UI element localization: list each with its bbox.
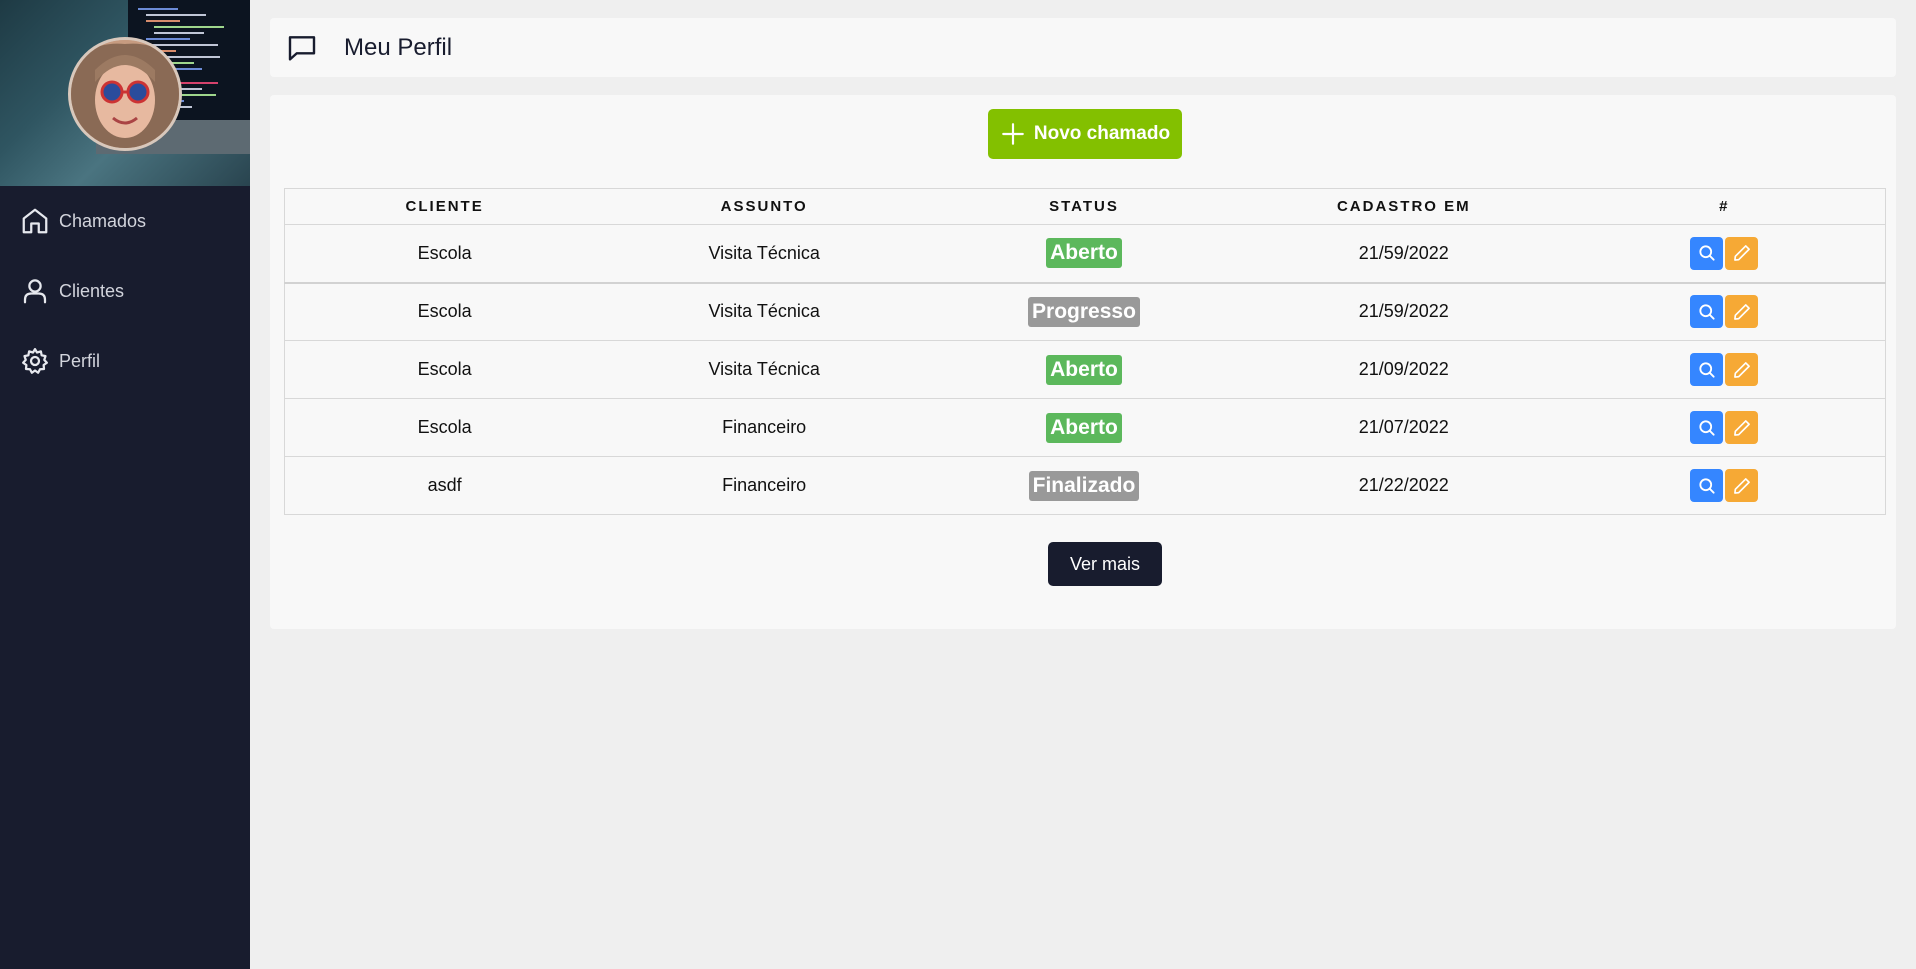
pencil-icon <box>1733 303 1750 320</box>
edit-button[interactable] <box>1725 353 1759 386</box>
edit-button[interactable] <box>1725 469 1759 502</box>
sidebar-item-perfil[interactable]: Perfil <box>0 337 250 385</box>
cell-cliente: Escola <box>284 282 605 341</box>
column-header-status[interactable]: STATUS <box>924 188 1244 225</box>
cell-status: Finalizado <box>924 456 1244 515</box>
status-badge: Aberto <box>1046 354 1122 385</box>
sidebar-item-chamados[interactable]: Chamados <box>0 197 250 245</box>
cell-actions <box>1563 282 1886 341</box>
search-icon <box>1699 361 1715 378</box>
view-button[interactable] <box>1690 353 1724 386</box>
plus-icon <box>1002 123 1024 145</box>
cell-assunto: Visita Técnica <box>604 224 925 284</box>
edit-button[interactable] <box>1725 411 1759 444</box>
cell-status: Aberto <box>924 340 1244 399</box>
cell-assunto: Financeiro <box>604 398 925 457</box>
cell-cadastro: 21/22/2022 <box>1243 456 1564 515</box>
pencil-icon <box>1733 361 1750 378</box>
search-icon <box>1699 245 1715 261</box>
table-row: Escola Visita Técnica Aberto 21/09/2022 <box>284 340 1886 399</box>
new-ticket-label: Novo chamado <box>1033 123 1171 144</box>
column-header-assunto[interactable]: ASSUNTO <box>604 188 925 225</box>
table-row: Escola Visita Técnica Progresso 21/59/20… <box>284 282 1886 341</box>
cell-cliente: asdf <box>284 456 605 515</box>
view-button[interactable] <box>1690 469 1724 502</box>
sidebar-item-clientes[interactable]: Clientes <box>0 267 250 315</box>
user-icon <box>23 279 47 304</box>
pencil-icon <box>1733 245 1750 262</box>
cell-status: Aberto <box>924 224 1244 284</box>
page-title: Meu Perfil <box>344 33 453 61</box>
edit-button[interactable] <box>1725 295 1759 329</box>
cell-status: Progresso <box>924 282 1244 341</box>
cell-cadastro: 21/09/2022 <box>1243 340 1564 399</box>
status-badge: Aberto <box>1046 238 1122 269</box>
search-icon <box>1699 419 1715 436</box>
cell-actions <box>1563 456 1886 515</box>
cell-cliente: Escola <box>284 398 605 457</box>
cell-cadastro: 21/59/2022 <box>1243 282 1564 341</box>
sidebar-item-label: Clientes <box>59 280 125 301</box>
tickets-panel: Novo chamado CLIENTE ASSUNTO STATUS CADA… <box>270 95 1896 629</box>
edit-button[interactable] <box>1725 236 1759 270</box>
cell-assunto: Financeiro <box>604 456 925 515</box>
cell-assunto: Visita Técnica <box>604 282 925 341</box>
status-badge: Progresso <box>1028 296 1140 327</box>
pencil-icon <box>1733 477 1750 494</box>
view-button[interactable] <box>1690 236 1724 270</box>
cell-actions <box>1563 398 1886 457</box>
tickets-table: CLIENTE ASSUNTO STATUS CADASTRO EM # Esc… <box>284 188 1886 515</box>
load-more-button[interactable]: Ver mais <box>1048 542 1162 586</box>
cell-cadastro: 21/59/2022 <box>1243 224 1564 284</box>
page-header: Meu Perfil <box>270 18 1896 77</box>
sidebar-banner <box>0 0 250 186</box>
cell-cliente: Escola <box>284 340 605 399</box>
table-row: Escola Visita Técnica Aberto 21/59/2022 <box>284 224 1886 284</box>
view-button[interactable] <box>1690 295 1724 329</box>
message-square-icon <box>288 35 316 61</box>
column-header-cliente[interactable]: CLIENTE <box>284 188 605 225</box>
table-header-row: CLIENTE ASSUNTO STATUS CADASTRO EM # <box>284 188 1886 225</box>
search-icon <box>1699 304 1715 320</box>
gear-icon <box>22 348 48 374</box>
pencil-icon <box>1733 419 1750 436</box>
status-badge: Aberto <box>1046 412 1122 443</box>
column-header-cadastro[interactable]: CADASTRO EM <box>1243 188 1564 225</box>
table-row: asdf Financeiro Finalizado 21/22/2022 <box>284 456 1886 515</box>
view-button[interactable] <box>1690 411 1724 444</box>
sidebar: Chamados Clientes Perfil <box>0 0 250 969</box>
cell-cliente: Escola <box>284 224 605 284</box>
main-content: Meu Perfil Novo chamado CLIENTE ASSUNTO … <box>250 0 1916 969</box>
cell-actions <box>1563 340 1886 399</box>
status-badge: Finalizado <box>1028 470 1140 501</box>
new-ticket-button[interactable]: Novo chamado <box>988 109 1182 159</box>
sidebar-item-label: Perfil <box>59 350 101 371</box>
home-icon <box>22 208 48 234</box>
avatar[interactable] <box>68 37 182 151</box>
sidebar-item-label: Chamados <box>59 210 147 231</box>
cell-actions <box>1563 224 1886 284</box>
column-header-actions: # <box>1563 188 1886 225</box>
cell-status: Aberto <box>924 398 1244 457</box>
cell-assunto: Visita Técnica <box>604 340 925 399</box>
table-row: Escola Financeiro Aberto 21/07/2022 <box>284 398 1886 457</box>
search-icon <box>1699 477 1715 494</box>
cell-cadastro: 21/07/2022 <box>1243 398 1564 457</box>
